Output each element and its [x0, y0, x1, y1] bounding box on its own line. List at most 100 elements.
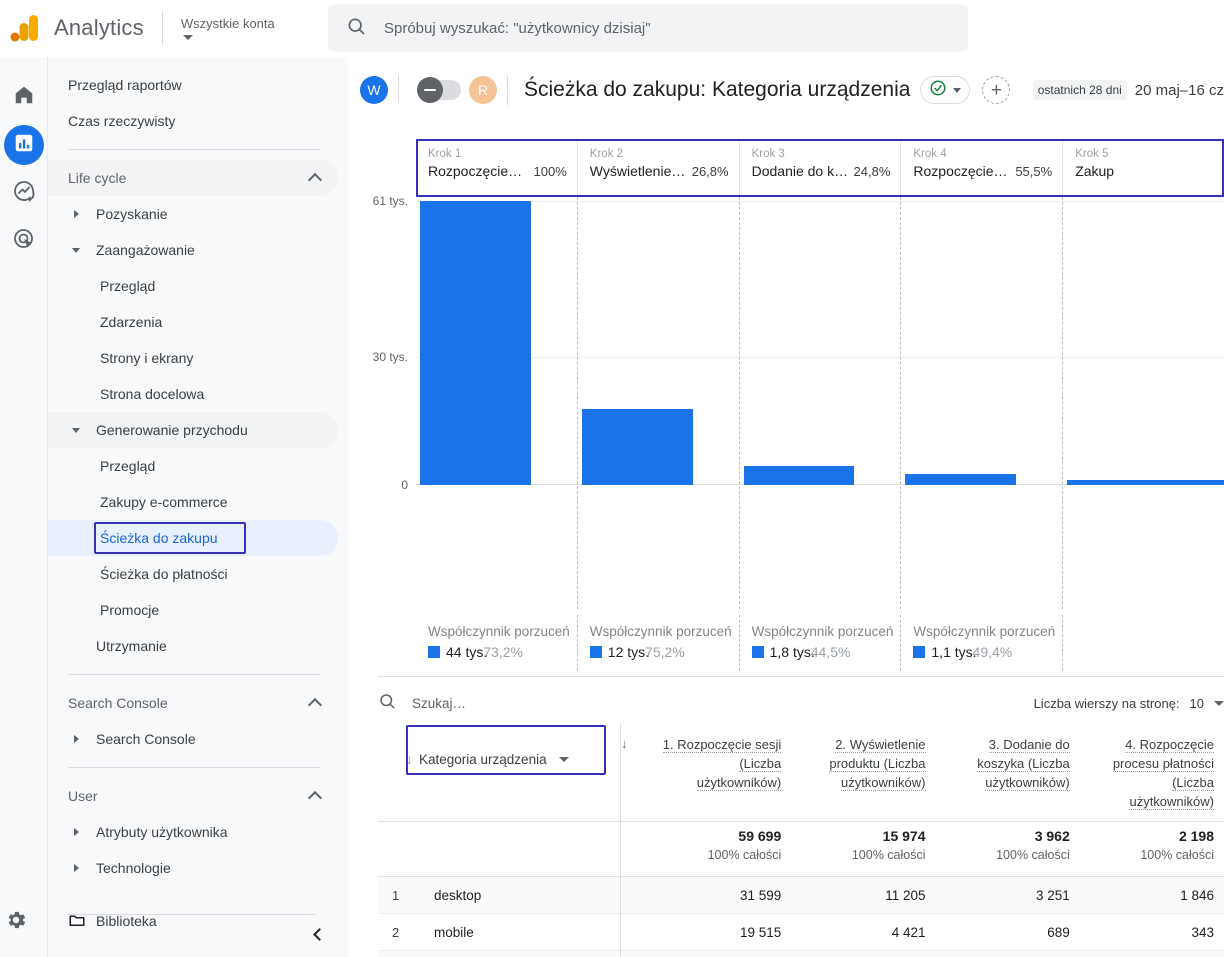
sidebar-item-atrybuty-uzytkownika[interactable]: Atrybuty użytkownika [48, 814, 338, 850]
account-selector-label: Wszystkie konta [180, 16, 275, 31]
divider [398, 75, 399, 105]
dimension-header-cell[interactable]: ↓ Kategoria urządzenia [378, 723, 621, 821]
check-circle-icon [929, 79, 947, 102]
sidebar-item-search-console[interactable]: Search Console [48, 721, 338, 757]
sidebar-item-strony-i-ekrany[interactable]: Strony i ekrany [48, 340, 338, 376]
table-search-input[interactable]: Szukaj… [412, 696, 466, 711]
funnel-step-4[interactable]: Krok 4 Rozpoczęcie… 55,5% [900, 139, 1062, 197]
rows-per-page-selector[interactable]: Liczba wierszy na stronę: 10 [1034, 696, 1224, 711]
abandonment-title: Współczynnik porzuceń [913, 624, 1056, 639]
metric-header-1[interactable]: 1. Rozpoczęcie sesji (Liczba użytkownikó… [647, 723, 791, 821]
abandonment-percent: 73,2% [483, 644, 523, 660]
table-totals-row: 59 699 100% całości 15 974 100% całości … [378, 822, 1224, 877]
search-icon [378, 692, 396, 715]
sidebar-item-generowanie-przychodu[interactable]: Generowanie przychodu [48, 412, 338, 448]
funnel-step-5[interactable]: Krok 5 Zakup [1062, 139, 1224, 197]
row-value: 19 515 [739, 924, 782, 940]
legend-swatch-icon [589, 646, 602, 658]
sidebar-section-life-cycle[interactable]: Life cycle [48, 160, 338, 196]
table-row[interactable]: 3 tablet 8 873 184 22 9 [378, 950, 1224, 957]
page-title: Ścieżka do zakupu: Kategoria urządzenia [524, 78, 911, 101]
step-name: Rozpoczęcie… [913, 163, 1008, 179]
sidebar-item-label: Atrybuty użytkownika [96, 824, 228, 840]
bar-2[interactable] [581, 409, 693, 485]
sidebar-section-user[interactable]: User [48, 778, 338, 814]
minus-icon [424, 89, 436, 91]
total-subtext: 100% całości [996, 848, 1070, 862]
bar-column-5 [1062, 197, 1224, 609]
total-subtext: 100% całości [851, 848, 926, 862]
sidebar-item-utrzymanie[interactable]: Utrzymanie [48, 628, 338, 664]
settings-button[interactable] [4, 908, 28, 937]
search-input[interactable]: Spróbuj wyszukać: "użytkownicy dzisiaj" [328, 4, 968, 52]
rail-item-advertising[interactable] [4, 221, 44, 261]
total-value: 2 198 [1178, 828, 1214, 844]
funnel-step-2[interactable]: Krok 2 Wyświetlenie… 26,8% [576, 139, 739, 197]
bar-column-4 [900, 197, 1062, 609]
divider [68, 914, 316, 915]
divider [68, 674, 320, 675]
total-subtext: 100% całości [1140, 848, 1214, 862]
row-index: 1 [392, 887, 400, 903]
funnel-step-1[interactable]: Krok 1 Rozpoczęcie… 100% [416, 139, 577, 197]
sidebar-item-czas-rzeczywisty[interactable]: Czas rzeczywisty [48, 103, 338, 139]
sidebar-item-label: Generowanie przychodu [96, 422, 248, 438]
table-row[interactable]: 2 mobile 19 515 4 421 689 343 [378, 913, 1224, 951]
sidebar-item-promocje[interactable]: Promocje [48, 592, 338, 628]
step-name: Wyświetlenie… [589, 163, 686, 179]
bar-4[interactable] [905, 474, 1017, 485]
bar-column-1 [416, 197, 577, 609]
sidebar-item-przeglad-raportow[interactable]: Przegląd raportów [48, 67, 338, 103]
sidebar-item-technologie[interactable]: Technologie [48, 850, 338, 886]
report-status-chip[interactable] [920, 76, 971, 104]
sidebar-item-sciezka-do-zakupu[interactable]: Ścieżka do zakupu [48, 520, 338, 556]
total-value: 15 974 [882, 828, 926, 844]
abandonment-percent: 44,5% [810, 644, 851, 660]
rail-item-home[interactable] [4, 77, 44, 117]
bar-5[interactable] [1067, 480, 1224, 485]
metric-header-4[interactable]: 4. Rozpoczęcie procesu płatności (Liczba… [1080, 723, 1224, 821]
avatar-r[interactable]: R [469, 76, 497, 104]
step-label: Krok 2 [589, 148, 624, 160]
sidebar-item-pozyskanie[interactable]: Pozyskanie [48, 196, 338, 232]
add-comparison-button[interactable]: + [982, 76, 1011, 104]
step-label: Krok 4 [913, 148, 947, 160]
table-row[interactable]: 1 desktop 31 599 11 205 3 251 1 846 [378, 876, 1224, 914]
funnel-bar-chart: 61 tys. 30 tys. 0 [373, 194, 1224, 609]
date-badge: ostatnich 28 dni [1032, 80, 1127, 100]
collapse-sidebar-button[interactable] [303, 919, 333, 949]
chevron-right-icon [74, 735, 79, 743]
sidebar-item-biblioteka[interactable]: Biblioteka [48, 903, 338, 939]
metric-header-2[interactable]: 2. Wyświetlenie produktu (Liczba użytkow… [791, 723, 935, 821]
sort-indicator-icon[interactable]: ↓ [621, 723, 641, 821]
step-label: Krok 5 [1075, 148, 1109, 160]
search-placeholder: Spróbuj wyszukać: "użytkownicy dzisiaj" [384, 19, 651, 37]
sidebar-item-strona-docelowa[interactable]: Strona docelowa [48, 376, 338, 412]
sidebar-item-przeglad-monetization[interactable]: Przegląd [48, 448, 338, 484]
sidebar-item-zakupy-ecommerce[interactable]: Zakupy e-commerce [48, 484, 338, 520]
sidebar-item-zdarzenia[interactable]: Zdarzenia [48, 304, 338, 340]
funnel-step-3[interactable]: Krok 3 Dodanie do k… 24,8% [738, 139, 901, 197]
bar-1[interactable] [420, 201, 531, 485]
legend-swatch-icon [428, 646, 440, 658]
funnel-steps-header: Krok 1 Rozpoczęcie… 100% Krok 2 Wyświetl… [416, 139, 1224, 197]
chevron-up-icon [307, 697, 323, 713]
analytics-app: Analytics Wszystkie konta Spróbuj wyszuk… [0, 0, 1224, 957]
report-canvas: Krok 1 Rozpoczęcie… 100% Krok 2 Wyświetl… [348, 123, 1224, 957]
account-selector[interactable]: Wszystkie konta [181, 16, 275, 40]
rail-item-reports[interactable] [3, 125, 44, 165]
sidebar-section-search-console[interactable]: Search Console [48, 685, 338, 721]
sidebar-item-zaangazowanie[interactable]: Zaangażowanie [48, 232, 338, 268]
chevron-up-icon [307, 790, 323, 806]
sidebar-item-przeglad-engagement[interactable]: Przegląd [48, 268, 338, 304]
row-value: 31 599 [739, 887, 782, 903]
comparison-toggle[interactable] [417, 77, 461, 103]
date-range-selector[interactable]: ostatnich 28 dni 20 maj–16 cz [1032, 80, 1224, 100]
rail-item-explore[interactable] [4, 173, 44, 213]
metric-header-3[interactable]: 3. Dodanie do koszyka (Liczba użytkownik… [936, 723, 1080, 821]
total-value: 59 699 [738, 828, 782, 844]
bar-3[interactable] [743, 466, 855, 485]
sidebar-item-label: Ścieżka do płatności [100, 566, 228, 582]
avatar-w[interactable]: W [360, 76, 388, 104]
sidebar-item-sciezka-do-platnosci[interactable]: Ścieżka do płatności [48, 556, 338, 592]
